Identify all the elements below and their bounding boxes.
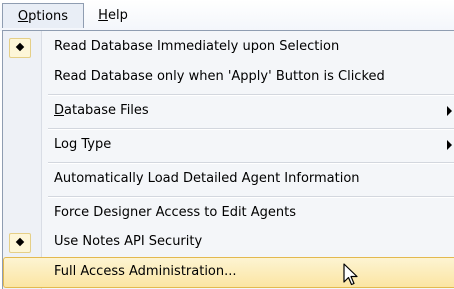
menu-item-label: Database Files [54, 96, 149, 126]
menu-item-database-files[interactable]: Database Files [3, 96, 454, 126]
menu-help[interactable]: Help [88, 3, 138, 28]
options-mnemonic: O [17, 9, 29, 24]
menu-item-read-immediately[interactable]: Read Database Immediately upon Selection [3, 32, 454, 62]
menu-item-label: Read Database only when 'Apply' Button i… [54, 69, 385, 84]
help-label-rest: elp [107, 8, 128, 23]
submenu-arrow-icon [447, 140, 452, 150]
database-files-label-rest: atabase Files [64, 103, 149, 118]
menu-item-read-on-apply[interactable]: Read Database only when 'Apply' Button i… [3, 62, 454, 92]
checked-bullet-icon [9, 233, 31, 253]
menu-item-label: Full Access Administration... [54, 264, 237, 279]
menu-item-label: Automatically Load Detailed Agent Inform… [54, 171, 360, 186]
options-label-rest: ptions [28, 9, 69, 24]
menu-item-log-type[interactable]: Log Type [3, 130, 454, 160]
menu-item-label: Force Designer Access to Edit Agents [54, 205, 297, 220]
menu-item-notes-api-security[interactable]: Use Notes API Security [3, 227, 454, 257]
help-mnemonic: H [98, 8, 108, 23]
arrow-pointer-icon [343, 263, 358, 286]
menu-options[interactable]: Options [2, 3, 84, 28]
submenu-arrow-icon [447, 106, 452, 116]
menu-bar: Options Help [0, 0, 454, 31]
menu-item-full-access-administration[interactable]: Full Access Administration... [3, 257, 454, 288]
menu-item-label: Use Notes API Security [54, 234, 203, 249]
menu-item-auto-load-agent-info[interactable]: Automatically Load Detailed Agent Inform… [3, 164, 454, 194]
menu-item-force-designer-access[interactable]: Force Designer Access to Edit Agents [3, 198, 454, 228]
checked-bullet-icon [9, 38, 31, 58]
database-files-mnemonic: D [54, 103, 65, 118]
menu-item-label: Read Database Immediately upon Selection [54, 39, 340, 54]
menu-item-label: Log Type [54, 137, 112, 152]
